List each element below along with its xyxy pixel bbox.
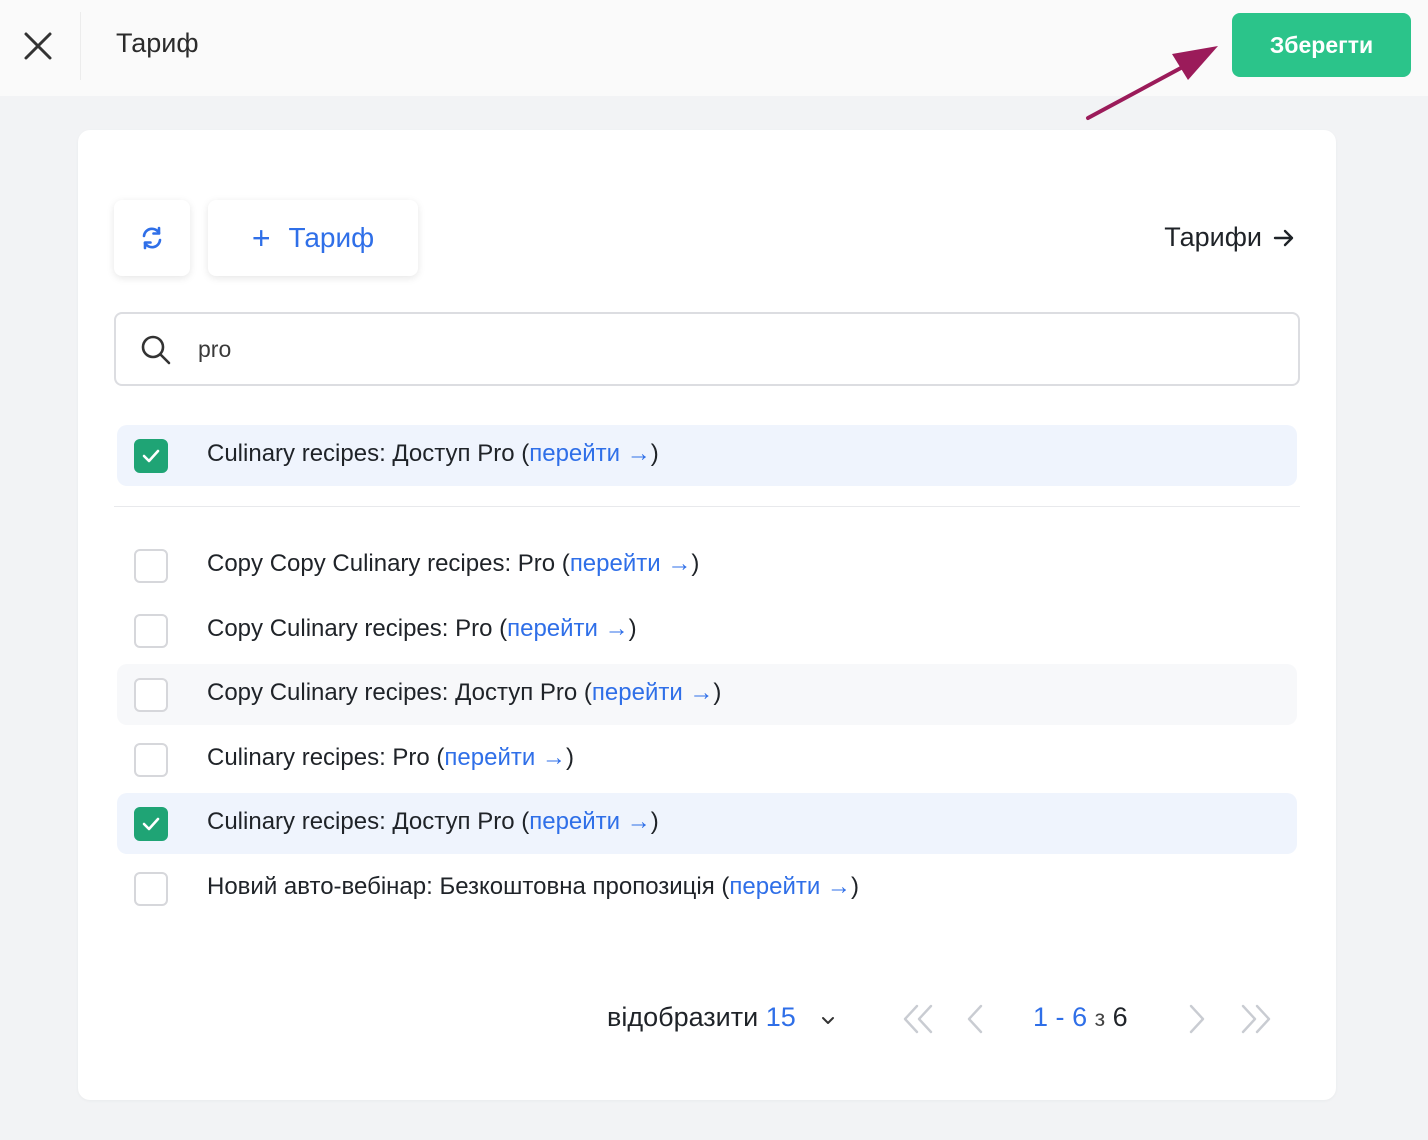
close-button[interactable]	[18, 26, 58, 66]
plus-icon: +	[251, 220, 271, 256]
list-divider	[114, 506, 1300, 507]
per-page-value[interactable]: 15	[766, 1002, 796, 1032]
list-item-checkbox[interactable]	[134, 549, 168, 583]
check-icon	[142, 449, 160, 463]
list-item-checkbox[interactable]	[134, 743, 168, 777]
add-tariff-label: Тариф	[288, 222, 375, 253]
save-button[interactable]: Зберегти	[1232, 13, 1411, 77]
per-page-control: відобразити 15	[607, 1002, 796, 1033]
check-icon	[142, 817, 160, 831]
list-item-checkbox[interactable]	[134, 678, 168, 712]
list-item-label: Copy Culinary recipes: Доступ Pro (перей…	[207, 679, 722, 706]
search-icon	[141, 335, 171, 365]
list-item-label: Culinary recipes: Pro (перейти →)	[207, 744, 574, 771]
page-title: Тариф	[116, 28, 199, 58]
first-page-icon[interactable]	[900, 1002, 936, 1036]
search-box	[114, 312, 1300, 386]
refresh-icon	[142, 226, 162, 250]
list-item[interactable]: Copy Culinary recipes: Доступ Pro (перей…	[117, 664, 1297, 725]
list-item[interactable]: Copy Culinary recipes: Pro (перейти →)	[117, 600, 1297, 661]
page-range: 1 - 6 з 6	[1033, 1002, 1128, 1032]
tariffs-link-label: Тарифи	[1164, 222, 1262, 252]
show-label: відобразити	[607, 1002, 759, 1032]
search-input[interactable]	[198, 330, 1258, 368]
pinned-label: Culinary recipes: Доступ Pro (перейти →)	[207, 440, 659, 467]
list-item-label: Новий авто-вебінар: Безкоштовна пропозиц…	[207, 873, 859, 900]
tariffs-link[interactable]: Тарифи	[1164, 222, 1296, 253]
refresh-button[interactable]	[114, 200, 190, 276]
go-link[interactable]: перейти →	[529, 808, 651, 835]
list-item[interactable]: Culinary recipes: Доступ Pro (перейти →)	[117, 793, 1297, 854]
tariff-card: + Тариф Тарифи Culinary recipes: Доступ …	[78, 130, 1336, 1100]
list-item[interactable]: Новий авто-вебінар: Безкоштовна пропозиц…	[117, 858, 1297, 919]
list-item-checkbox[interactable]	[134, 807, 168, 841]
chevron-down-icon[interactable]	[818, 1010, 838, 1030]
list-item-checkbox[interactable]	[134, 614, 168, 648]
list-item-checkbox[interactable]	[134, 872, 168, 906]
pinned-selected-row[interactable]: Culinary recipes: Доступ Pro (перейти →)	[117, 425, 1297, 486]
prev-page-icon[interactable]	[964, 1002, 988, 1036]
top-bar-divider	[80, 12, 81, 80]
next-page-icon[interactable]	[1184, 1002, 1208, 1036]
list-item-label: Culinary recipes: Доступ Pro (перейти →)	[207, 808, 659, 835]
go-link[interactable]: перейти →	[592, 679, 714, 706]
go-link[interactable]: перейти →	[729, 873, 851, 900]
go-link[interactable]: перейти →	[444, 744, 566, 771]
list-item[interactable]: Copy Copy Culinary recipes: Pro (перейти…	[117, 535, 1297, 596]
annotation-arrow-icon	[1086, 46, 1218, 120]
last-page-icon[interactable]	[1238, 1002, 1274, 1036]
add-tariff-button[interactable]: + Тариф	[208, 200, 418, 276]
list-item-label: Copy Copy Culinary recipes: Pro (перейти…	[207, 550, 700, 577]
go-link[interactable]: перейти →	[529, 440, 651, 467]
go-link[interactable]: перейти →	[570, 550, 692, 577]
list-item-label: Copy Culinary recipes: Pro (перейти →)	[207, 615, 637, 642]
go-link[interactable]: перейти →	[507, 615, 629, 642]
arrow-right-icon	[1273, 229, 1294, 246]
pinned-checkbox[interactable]	[134, 439, 168, 473]
close-icon	[24, 32, 52, 60]
list-item[interactable]: Culinary recipes: Pro (перейти →)	[117, 729, 1297, 790]
